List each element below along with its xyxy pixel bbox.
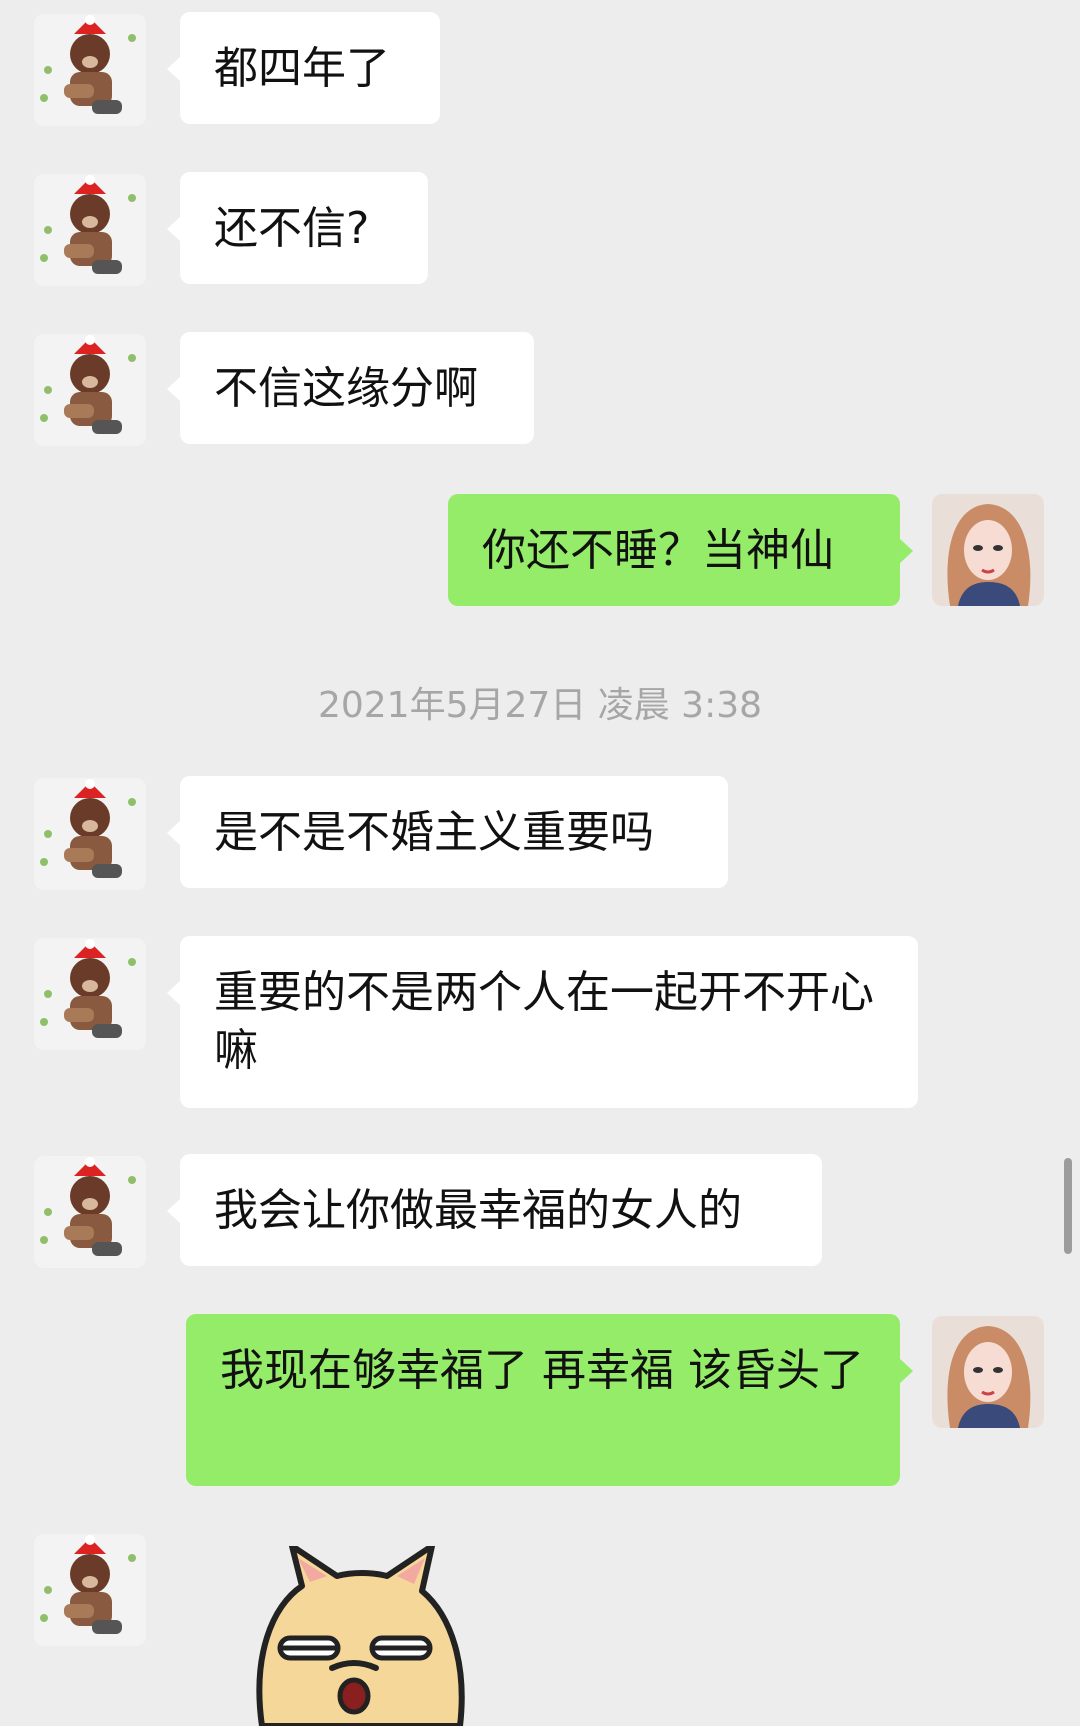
shiba-dog-sticker[interactable] <box>232 1546 472 1726</box>
bear-avatar-icon <box>34 1534 146 1646</box>
contact-avatar[interactable] <box>34 1156 146 1268</box>
message-bubble-incoming[interactable]: 重要的不是两个人在一起开不开心嘛 <box>167 936 918 1108</box>
bear-avatar-icon <box>34 778 146 890</box>
message-bubble-incoming[interactable]: 我会让你做最幸福的女人的 <box>167 1154 822 1266</box>
message-bubble-outgoing[interactable]: 我现在够幸福了 再幸福 该昏头了 <box>186 1314 913 1486</box>
girl-portrait-icon <box>932 1316 1044 1428</box>
scrollbar[interactable] <box>1064 1158 1072 1254</box>
bear-avatar-icon <box>34 334 146 446</box>
bear-avatar-icon <box>34 1156 146 1268</box>
message-bubble-incoming[interactable]: 都四年了 <box>167 12 440 124</box>
message-bubble-incoming[interactable]: 还不信? <box>167 172 428 284</box>
self-avatar[interactable] <box>932 494 1044 606</box>
bear-avatar-icon <box>34 174 146 286</box>
bear-avatar-icon <box>34 938 146 1050</box>
message-bubble-incoming[interactable]: 是不是不婚主义重要吗 <box>167 776 728 888</box>
chat-timestamp: 2021年5月27日 凌晨 3:38 <box>317 685 763 726</box>
contact-avatar[interactable] <box>34 14 146 126</box>
message-bubble-outgoing[interactable]: 你还不睡？当神仙 <box>448 494 913 606</box>
girl-portrait-icon <box>932 494 1044 606</box>
message-bubble-incoming[interactable]: 不信这缘分啊 <box>167 332 534 444</box>
contact-avatar[interactable] <box>34 334 146 446</box>
bear-avatar-icon <box>34 14 146 126</box>
contact-avatar[interactable] <box>34 174 146 286</box>
self-avatar[interactable] <box>932 1316 1044 1428</box>
contact-avatar[interactable] <box>34 778 146 890</box>
contact-avatar[interactable] <box>34 938 146 1050</box>
contact-avatar[interactable] <box>34 1534 146 1646</box>
